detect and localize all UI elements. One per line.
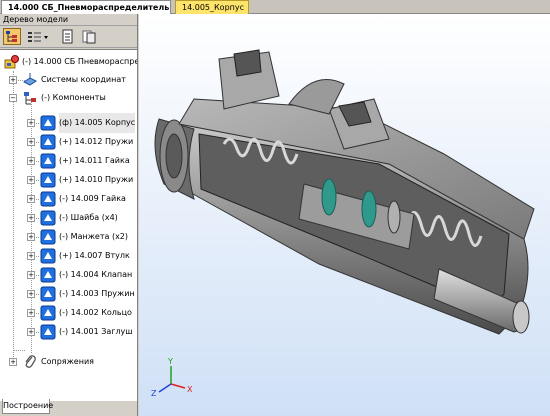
axis-triad: Y X Z (151, 357, 193, 398)
tree-item-label: (ф) 14.005 Корпус (59, 113, 136, 133)
tree-item-component[interactable]: + (-) 14.009 Гайка (0, 189, 137, 209)
tree-item-mates[interactable]: + Сопряжения (0, 352, 137, 372)
axis-x-label: X (187, 385, 193, 394)
part-icon (40, 115, 56, 131)
expand-icon[interactable]: + (27, 119, 35, 127)
model-tree: (-) 14.000 СБ Пневмораспреде + Системы к… (0, 49, 137, 401)
tree-item-label: (+) 14.012 Пружи (59, 137, 134, 146)
paperclip-icon (25, 355, 36, 368)
page-split-button[interactable] (80, 28, 98, 45)
tree-item-component[interactable]: + (-) 14.003 Пружин (0, 284, 137, 304)
tree-item-components[interactable]: − (-) Компоненты (0, 88, 137, 108)
tab-part[interactable]: 14.005_Корпус (175, 0, 249, 14)
kompas-window: 14.000 СБ_Пневмораспределитель 14.005_Ко… (0, 0, 550, 416)
model-cutaway: Y X Z (151, 49, 535, 398)
tree-item-label: (-) 14.003 Пружин (59, 289, 135, 298)
structure-icon (28, 32, 48, 42)
expand-icon[interactable]: + (27, 157, 35, 165)
expand-icon[interactable]: + (27, 290, 35, 298)
tree-item-label: (-) 14.009 Гайка (59, 194, 126, 203)
tree-item-component[interactable]: + (-) 14.001 Заглуш (0, 322, 137, 342)
assembly-icon (4, 55, 19, 69)
tree-root-label: (-) 14.000 СБ Пневмораспреде (22, 57, 137, 66)
tab-construction[interactable]: Построение (2, 399, 53, 414)
tree-item-label: Системы координат (41, 75, 126, 84)
expand-icon[interactable]: + (27, 271, 35, 279)
part-icon (40, 134, 56, 150)
part-icon (40, 305, 56, 321)
tree-item-component[interactable]: + (+) 14.011 Гайка (0, 151, 137, 171)
part-icon (40, 153, 56, 169)
tree-item-label: (-) Компоненты (41, 93, 106, 102)
tree-item-label: (+) 14.007 Втулк (59, 251, 130, 260)
page-split-icon (82, 30, 96, 44)
page-icon (62, 29, 73, 44)
expand-icon[interactable]: + (27, 214, 35, 222)
tree-item-label: (-) 14.001 Заглуш (59, 327, 133, 336)
tree-mode-icon (6, 31, 17, 42)
structure-dropdown-button[interactable] (25, 28, 51, 45)
axis-y-label: Y (167, 357, 173, 366)
part-icon (40, 267, 56, 283)
part-icon (40, 172, 56, 188)
components-icon (24, 92, 36, 105)
tree-item-label: (-) Манжета (х2) (59, 232, 129, 241)
page-view-button[interactable] (58, 28, 76, 45)
part-icon (40, 191, 56, 207)
part-icon (40, 210, 56, 226)
expand-icon[interactable]: + (27, 252, 35, 260)
part-icon (40, 248, 56, 264)
part-icon (40, 324, 56, 340)
coordinate-system-icon (23, 73, 37, 86)
tree-item-component[interactable]: + (ф) 14.005 Корпус (0, 113, 137, 133)
expand-icon[interactable]: + (27, 328, 35, 336)
tree-item-component[interactable]: + (+) 14.012 Пружи (0, 132, 137, 152)
document-tabs: 14.000 СБ_Пневмораспределитель 14.005_Ко… (0, 0, 550, 14)
expand-icon[interactable]: + (27, 195, 35, 203)
tree-toolbar (0, 26, 137, 48)
tree-item-component[interactable]: + (-) Шайба (х4) (0, 208, 137, 228)
tree-item-label: Сопряжения (41, 357, 94, 366)
model-tree-panel: Дерево модели (-) 14.000 СБ Пневмораспре… (0, 14, 138, 416)
tree-root[interactable]: (-) 14.000 СБ Пневмораспреде (0, 52, 137, 72)
tree-item-label: (-) Шайба (х4) (59, 213, 118, 222)
expand-icon[interactable]: + (27, 176, 35, 184)
tree-mode-button[interactable] (3, 28, 21, 45)
expand-icon[interactable]: + (9, 76, 17, 84)
collapse-icon[interactable]: − (9, 94, 17, 102)
tree-item-label: (+) 14.010 Пружи (59, 175, 134, 184)
part-icon (40, 286, 56, 302)
tree-item-component[interactable]: + (-) 14.002 Кольцо (0, 303, 137, 323)
3d-viewport[interactable]: Y X Z (139, 14, 550, 416)
tree-item-component[interactable]: + (+) 14.010 Пружи (0, 170, 137, 190)
tree-item-label: (-) 14.004 Клапан (59, 270, 133, 279)
tab-assembly[interactable]: 14.000 СБ_Пневмораспределитель (1, 0, 171, 14)
tree-item-label: (-) 14.002 Кольцо (59, 308, 132, 317)
tree-line (13, 350, 25, 351)
tree-item-component[interactable]: + (-) 14.004 Клапан (0, 265, 137, 285)
axis-z-label: Z (151, 389, 157, 398)
expand-icon[interactable]: + (27, 309, 35, 317)
part-icon (40, 229, 56, 245)
tree-item-label: (+) 14.011 Гайка (59, 156, 130, 165)
tree-item-component[interactable]: + (+) 14.007 Втулк (0, 246, 137, 266)
expand-icon[interactable]: + (27, 138, 35, 146)
tree-item-component[interactable]: + (-) Манжета (х2) (0, 227, 137, 247)
tree-item-coord-systems[interactable]: + Системы координат (0, 70, 137, 90)
expand-icon[interactable]: + (27, 233, 35, 241)
panel-title: Дерево модели (0, 14, 137, 26)
expand-icon[interactable]: + (9, 358, 17, 366)
